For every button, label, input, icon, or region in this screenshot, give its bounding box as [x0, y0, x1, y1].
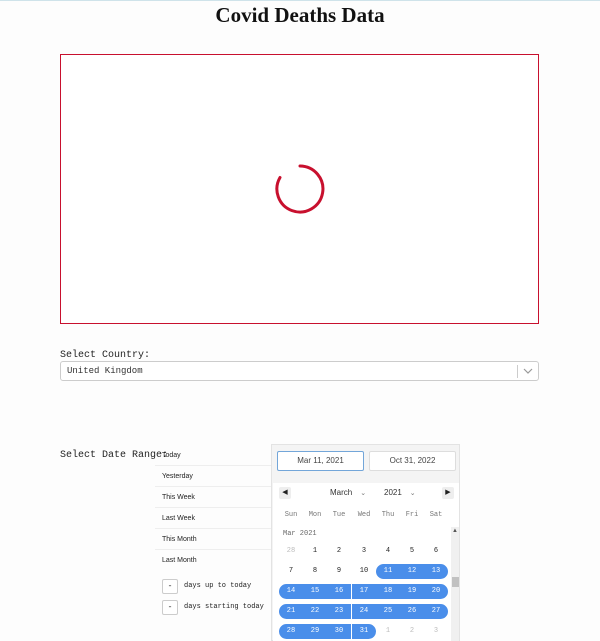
calendar-day-selected[interactable]: 28: [279, 624, 303, 639]
calendar-day[interactable]: 3: [352, 544, 376, 559]
calendar-day-selected[interactable]: 26: [400, 604, 424, 619]
calendar-day[interactable]: 5: [400, 544, 424, 559]
calendar-day-selected[interactable]: 24: [352, 604, 376, 619]
calendar-day-selected[interactable]: 23: [327, 604, 351, 619]
calendar-day[interactable]: 7: [279, 564, 303, 579]
select-divider: [517, 365, 518, 378]
scroll-up-icon[interactable]: ▲: [452, 528, 458, 534]
date-range-presets: Today Yesterday This Week Last Week This…: [155, 445, 273, 571]
year-select-value: 2021: [384, 488, 402, 497]
scrollbar-thumb[interactable]: [452, 577, 459, 587]
calendar-day[interactable]: 6: [424, 544, 448, 559]
chevron-down-icon[interactable]: [522, 364, 534, 378]
calendar-day-selected[interactable]: 11: [376, 564, 400, 579]
preset-this-week[interactable]: This Week: [155, 487, 273, 508]
preset-this-month[interactable]: This Month: [155, 529, 273, 550]
preset-last-week[interactable]: Last Week: [155, 508, 273, 529]
days-starting-today-label: days starting today: [184, 603, 264, 611]
weekday-label: Mon: [308, 511, 322, 519]
calendar-day-selected[interactable]: 16: [327, 584, 351, 599]
calendar-day[interactable]: 1: [376, 624, 400, 639]
date-range-label: Select Date Range:: [60, 450, 169, 461]
country-label: Select Country:: [60, 350, 151, 361]
calendar-day-selected[interactable]: 13: [424, 564, 448, 579]
month-select-value: March: [330, 488, 353, 497]
calendar-day[interactable]: 28: [279, 544, 303, 559]
calendar-day-selected[interactable]: 30: [327, 624, 351, 639]
date-range-calendar: Mar 11, 2021 Oct 31, 2022 ◀ March ⌄ 2021 ⌄…: [271, 444, 460, 641]
chevron-down-icon: ⌄: [409, 490, 416, 497]
weekday-label: Fri: [405, 511, 419, 519]
calendar-day-selected[interactable]: 14: [279, 584, 303, 599]
weekday-label: Tue: [332, 511, 346, 519]
calendar-month-view: ◀ March ⌄ 2021 ⌄ ▶ Sun Mon Tue Wed Thu Fri…: [273, 483, 459, 641]
preset-last-month[interactable]: Last Month: [155, 550, 273, 571]
days-starting-today-input[interactable]: -: [162, 599, 178, 615]
prev-month-button[interactable]: ◀: [279, 487, 291, 499]
calendar-day[interactable]: 3: [424, 624, 448, 639]
calendar-scrollbar[interactable]: ▲: [451, 527, 459, 641]
calendar-day[interactable]: 10: [352, 564, 376, 579]
calendar-day-selected[interactable]: 25: [376, 604, 400, 619]
preset-yesterday[interactable]: Yesterday: [155, 466, 273, 487]
chevron-down-icon: ⌄: [360, 490, 367, 497]
start-date-input[interactable]: Mar 11, 2021: [277, 451, 364, 471]
calendar-day[interactable]: 4: [376, 544, 400, 559]
days-up-to-today-input[interactable]: -: [162, 578, 178, 594]
calendar-day-selected[interactable]: 19: [400, 584, 424, 599]
calendar-day[interactable]: 8: [303, 564, 327, 579]
days-starting-today-row: - days starting today: [162, 599, 264, 615]
weekday-label: Thu: [381, 511, 395, 519]
end-date-input[interactable]: Oct 31, 2022: [369, 451, 456, 471]
calendar-day-selected[interactable]: 22: [303, 604, 327, 619]
year-select[interactable]: 2021 ⌄: [384, 488, 416, 497]
calendar-day[interactable]: 9: [327, 564, 351, 579]
calendar-day-selected[interactable]: 20: [424, 584, 448, 599]
weekday-label: Wed: [357, 511, 371, 519]
weekday-label: Sat: [429, 511, 443, 519]
calendar-day-selected[interactable]: 21: [279, 604, 303, 619]
month-select[interactable]: March ⌄: [330, 488, 366, 497]
days-up-to-today-label: days up to today: [184, 582, 252, 590]
calendar-day-selected[interactable]: 15: [303, 584, 327, 599]
calendar-month-label: Mar 2021: [283, 530, 317, 538]
preset-today[interactable]: Today: [155, 445, 273, 466]
loading-spinner-icon: [275, 164, 325, 214]
calendar-day-selected[interactable]: 12: [400, 564, 424, 579]
calendar-day-selected[interactable]: 31: [352, 624, 376, 639]
days-up-to-today-row: - days up to today: [162, 578, 251, 594]
calendar-day-selected[interactable]: 29: [303, 624, 327, 639]
next-month-button[interactable]: ▶: [442, 487, 454, 499]
calendar-day-selected[interactable]: 17: [352, 584, 376, 599]
calendar-day[interactable]: 2: [400, 624, 424, 639]
weekday-label: Sun: [284, 511, 298, 519]
chart-container: [60, 54, 539, 324]
country-select-value: United Kingdom: [67, 366, 143, 376]
calendar-day-selected[interactable]: 27: [424, 604, 448, 619]
page-title: Covid Deaths Data: [215, 3, 385, 27]
calendar-day[interactable]: 2: [327, 544, 351, 559]
calendar-day-selected[interactable]: 18: [376, 584, 400, 599]
calendar-day[interactable]: 1: [303, 544, 327, 559]
country-select[interactable]: United Kingdom: [60, 361, 539, 381]
